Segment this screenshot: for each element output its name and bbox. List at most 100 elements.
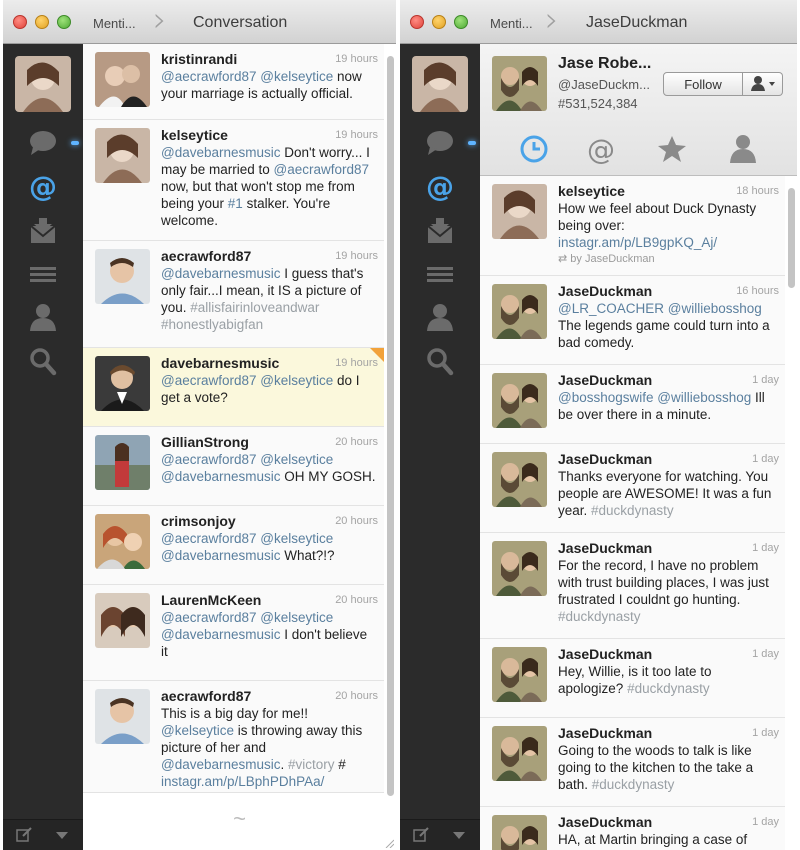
account-avatar[interactable] bbox=[15, 56, 71, 112]
tweet-row[interactable]: kristinrandi 19 hours @aecrawford87 @kel… bbox=[83, 44, 384, 120]
favorites-star-icon[interactable] bbox=[655, 134, 689, 164]
chevron-down-icon[interactable] bbox=[53, 826, 71, 844]
tweet-link[interactable]: instagr.am/p/LB9gpKQ_Aj/ bbox=[558, 235, 717, 250]
hashtag-link[interactable]: #duckdynasty bbox=[592, 777, 675, 792]
profile-avatar[interactable] bbox=[492, 56, 547, 111]
tweet-link[interactable]: @davebarnesmusic bbox=[161, 469, 281, 484]
tweet-link[interactable]: @davebarnesmusic bbox=[161, 757, 281, 772]
tweet-link[interactable]: @davebarnesmusic bbox=[161, 145, 281, 160]
tweet-username[interactable]: LaurenMcKeen bbox=[161, 592, 261, 608]
tweet-username[interactable]: crimsonjoy bbox=[161, 513, 236, 529]
tweet-link[interactable]: @aecrawford87 bbox=[161, 69, 257, 84]
tweet-username[interactable]: kelseytice bbox=[558, 183, 625, 199]
tweet-row[interactable]: JaseDuckman 1 day @bosshogswife @willieb… bbox=[480, 365, 785, 444]
load-more-indicator[interactable]: ~ bbox=[83, 806, 396, 832]
tweet-link[interactable]: @kelseytice bbox=[260, 69, 333, 84]
compose-icon[interactable] bbox=[412, 826, 430, 844]
tweet-row[interactable]: kelseytice 19 hours @davebarnesmusic Don… bbox=[83, 120, 384, 241]
lists-icon[interactable] bbox=[420, 259, 460, 289]
tweet-row[interactable]: aecrawford87 19 hours @davebarnesmusic I… bbox=[83, 241, 384, 348]
tweet-username[interactable]: JaseDuckman bbox=[558, 451, 652, 467]
zoom-window-button[interactable] bbox=[57, 15, 71, 29]
tweet-username[interactable]: JaseDuckman bbox=[558, 725, 652, 741]
tweet-link[interactable]: @davebarnesmusic bbox=[161, 266, 281, 281]
profile-person-icon[interactable] bbox=[726, 134, 760, 164]
lists-icon[interactable] bbox=[23, 259, 63, 289]
tweet-username[interactable]: JaseDuckman bbox=[558, 283, 652, 299]
breadcrumb-back[interactable]: Menti... bbox=[490, 16, 533, 31]
account-avatar[interactable] bbox=[412, 56, 468, 112]
tweet-username[interactable]: JaseDuckman bbox=[558, 814, 652, 830]
tweet-link[interactable]: @aecrawford87 bbox=[161, 531, 257, 546]
resize-grip-icon[interactable] bbox=[384, 838, 394, 848]
tweet-link[interactable]: @aecrawford87 bbox=[161, 452, 257, 467]
tweet-link[interactable]: @LR_COACHER bbox=[558, 301, 664, 316]
tweet-link[interactable]: @williebosshog bbox=[668, 301, 762, 316]
minimize-window-button[interactable] bbox=[432, 15, 446, 29]
search-icon[interactable] bbox=[23, 346, 63, 376]
tweet-row[interactable]: LaurenMcKeen 20 hours @aecrawford87 @kel… bbox=[83, 585, 384, 681]
profile-person-icon[interactable] bbox=[23, 302, 63, 332]
tweet-row[interactable]: crimsonjoy 20 hours @aecrawford87 @kelse… bbox=[83, 506, 384, 585]
minimize-window-button[interactable] bbox=[35, 15, 49, 29]
mentions-at-icon[interactable]: @ bbox=[584, 134, 618, 164]
hashtag-link[interactable]: #duckdynasty bbox=[591, 503, 674, 518]
tweet-link[interactable]: @davebarnesmusic bbox=[161, 548, 281, 563]
conversation-list[interactable]: kristinrandi 19 hours @aecrawford87 @kel… bbox=[83, 44, 396, 850]
tweet-row-selected[interactable]: davebarnesmusic 19 hours @aecrawford87 @… bbox=[83, 348, 384, 427]
tweet-username[interactable]: kelseytice bbox=[161, 127, 228, 143]
follow-button[interactable]: Follow bbox=[663, 72, 743, 96]
compose-icon[interactable] bbox=[15, 826, 33, 844]
hashtag-link[interactable]: #victory bbox=[288, 757, 335, 772]
user-actions-button[interactable] bbox=[743, 72, 783, 96]
tweet-row[interactable]: JaseDuckman 1 day HA, at Martin bringing… bbox=[480, 807, 785, 850]
tweet-username[interactable]: GillianStrong bbox=[161, 434, 249, 450]
search-icon[interactable] bbox=[420, 346, 460, 376]
close-window-button[interactable] bbox=[13, 15, 27, 29]
hashtag-link[interactable]: #allisfairinloveandwar bbox=[190, 300, 319, 315]
tweet-row[interactable]: aecrawford87 20 hours This is a big day … bbox=[83, 681, 384, 793]
zoom-window-button[interactable] bbox=[454, 15, 468, 29]
tweet-username[interactable]: aecrawford87 bbox=[161, 248, 251, 264]
tweet-username[interactable]: aecrawford87 bbox=[161, 688, 251, 704]
scrollbar[interactable] bbox=[387, 56, 394, 796]
tweet-link[interactable]: @williebosshog bbox=[657, 390, 751, 405]
close-window-button[interactable] bbox=[410, 15, 424, 29]
tweet-link[interactable]: instagr.am/p/LBphPDhPAa/ bbox=[161, 774, 324, 789]
tweet-row[interactable]: JaseDuckman 1 day Going to the woods to … bbox=[480, 718, 785, 807]
tweet-username[interactable]: kristinrandi bbox=[161, 51, 237, 67]
tweet-row[interactable]: JaseDuckman 16 hours @LR_COACHER @willie… bbox=[480, 276, 785, 365]
tweet-username[interactable]: JaseDuckman bbox=[558, 540, 652, 556]
tweet-link[interactable]: #1 bbox=[228, 196, 243, 211]
tweet-link[interactable]: @aecrawford87 bbox=[161, 610, 257, 625]
tweet-link[interactable]: @kelseytice bbox=[260, 610, 333, 625]
scrollbar[interactable] bbox=[788, 188, 795, 288]
tweets-clock-icon[interactable] bbox=[517, 134, 551, 164]
mentions-at-icon[interactable]: @ bbox=[420, 171, 460, 201]
tweet-link[interactable]: @davebarnesmusic bbox=[161, 627, 281, 642]
mentions-at-icon[interactable]: @ bbox=[23, 171, 63, 201]
tweet-link[interactable]: @kelseytice bbox=[260, 373, 333, 388]
hashtag-link[interactable]: #duckdynasty bbox=[558, 609, 641, 624]
timeline-bubble-icon[interactable] bbox=[420, 128, 460, 158]
messages-inbox-icon[interactable] bbox=[23, 216, 63, 246]
tweet-link[interactable]: @aecrawford87 bbox=[161, 373, 257, 388]
tweet-link[interactable]: @kelseytice bbox=[260, 452, 333, 467]
tweet-row[interactable]: JaseDuckman 1 day Hey, Willie, is it too… bbox=[480, 639, 785, 718]
tweet-row[interactable]: kelseytice 18 hours How we feel about Du… bbox=[480, 176, 785, 276]
messages-inbox-icon[interactable] bbox=[420, 216, 460, 246]
tweet-link[interactable]: @bosshogswife bbox=[558, 390, 654, 405]
tweet-username[interactable]: JaseDuckman bbox=[558, 372, 652, 388]
chevron-down-icon[interactable] bbox=[450, 826, 468, 844]
tweet-row[interactable]: GillianStrong 20 hours @aecrawford87 @ke… bbox=[83, 427, 384, 506]
tweet-row[interactable]: JaseDuckman 1 day Thanks everyone for wa… bbox=[480, 444, 785, 533]
tweet-link[interactable]: @aecrawford87 bbox=[274, 162, 370, 177]
breadcrumb-back[interactable]: Menti... bbox=[93, 16, 136, 31]
hashtag-link[interactable]: #honestlyabigfan bbox=[161, 317, 263, 332]
tweet-username[interactable]: JaseDuckman bbox=[558, 646, 652, 662]
hashtag-link[interactable]: #duckdynasty bbox=[627, 681, 710, 696]
tweet-link[interactable]: @kelseytice bbox=[161, 723, 234, 738]
tweet-link[interactable]: @kelseytice bbox=[260, 531, 333, 546]
tweet-username[interactable]: davebarnesmusic bbox=[161, 355, 279, 371]
tweet-row[interactable]: JaseDuckman 1 day For the record, I have… bbox=[480, 533, 785, 639]
